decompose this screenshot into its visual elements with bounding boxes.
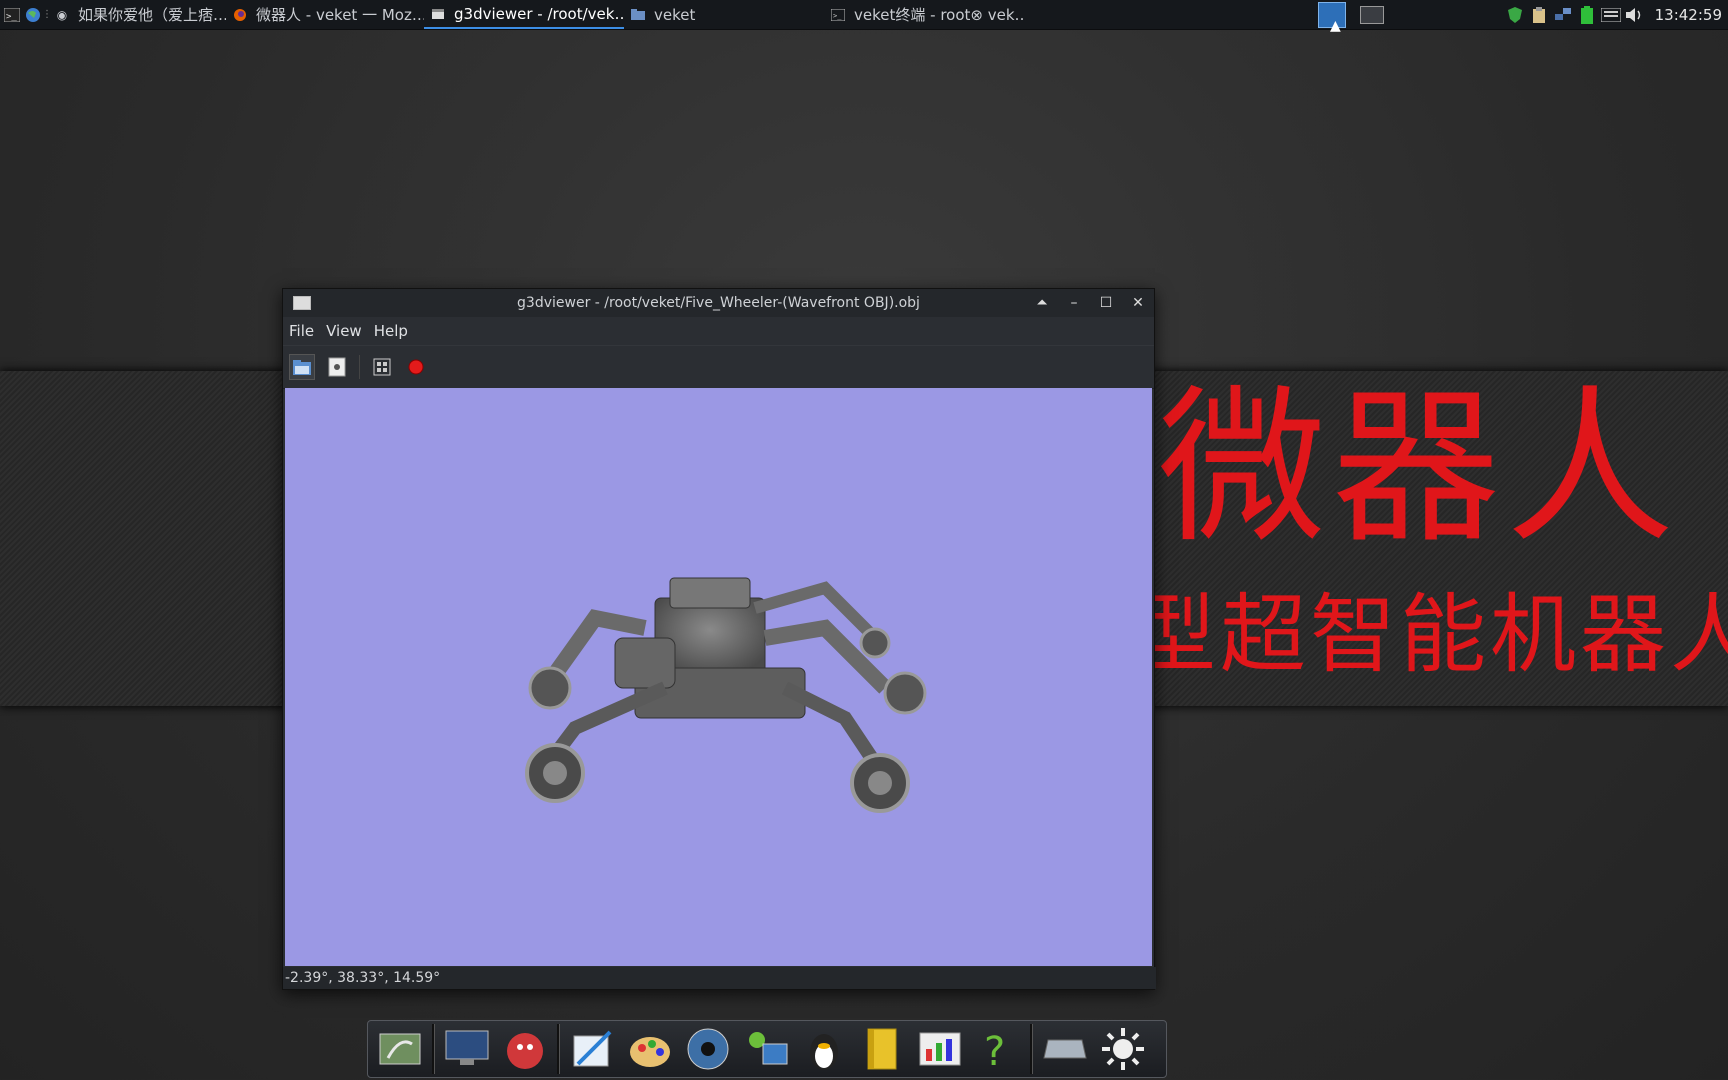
wallpaper-subtitle: 型超智能机器人 bbox=[1130, 585, 1728, 685]
minimize-icon[interactable]: – bbox=[1064, 295, 1084, 311]
window-titlebar[interactable]: g3dviewer - /root/veket/Five_Wheeler-(Wa… bbox=[283, 289, 1154, 317]
maximize-icon[interactable]: ☐ bbox=[1096, 295, 1116, 311]
clipboard-icon[interactable] bbox=[1529, 5, 1549, 25]
notebook-icon[interactable] bbox=[856, 1023, 908, 1075]
pet-icon[interactable] bbox=[499, 1023, 551, 1075]
top-taskbar: >_ ⋮ ◉ 如果你爱他（爱上痞… 微器人 - veket 一 Moz… g3d… bbox=[0, 0, 1728, 34]
task-music[interactable]: ◉ 如果你爱他（爱上痞… bbox=[48, 0, 226, 29]
menu-help[interactable]: Help bbox=[368, 322, 414, 340]
desktop-switcher-2-icon[interactable] bbox=[1360, 6, 1384, 24]
shade-icon[interactable]: ⏶ bbox=[1032, 295, 1052, 311]
radio-icon: ◉ bbox=[56, 7, 68, 22]
task-terminal[interactable]: >_ veket终端 - root⊗ vek… bbox=[824, 0, 1024, 29]
3d-viewport[interactable] bbox=[285, 388, 1152, 966]
network-icon[interactable] bbox=[740, 1023, 792, 1075]
qq-icon[interactable] bbox=[798, 1023, 850, 1075]
task-label: veket终端 - root⊗ vek… bbox=[854, 6, 1024, 24]
properties-icon[interactable] bbox=[325, 355, 349, 379]
terminal-icon: >_ bbox=[830, 7, 846, 23]
robot-model-image bbox=[525, 577, 927, 813]
system-tray: 13:42:59 bbox=[1505, 0, 1728, 29]
menu-view[interactable]: View bbox=[320, 322, 368, 340]
globe-icon[interactable] bbox=[24, 6, 42, 24]
svg-text:>_: >_ bbox=[833, 12, 842, 20]
media-player-icon[interactable] bbox=[682, 1023, 734, 1075]
task-veket-folder[interactable]: veket bbox=[624, 0, 824, 29]
volume-icon[interactable] bbox=[1625, 5, 1645, 25]
task-g3dviewer[interactable]: g3dviewer - /root/vek… bbox=[424, 0, 624, 29]
clock[interactable]: 13:42:59 bbox=[1655, 6, 1722, 24]
task-firefox[interactable]: 微器人 - veket 一 Moz… bbox=[226, 0, 424, 29]
network-icon[interactable] bbox=[1553, 5, 1573, 25]
task-label: 如果你爱他（爱上痞… bbox=[78, 6, 226, 24]
terminal-launcher-icon[interactable]: >_ bbox=[3, 6, 21, 24]
toolbar bbox=[283, 345, 1154, 389]
dock-separator bbox=[432, 1024, 435, 1074]
file-manager-icon[interactable] bbox=[374, 1023, 426, 1075]
task-label: g3dviewer - /root/vek… bbox=[454, 4, 624, 23]
screenshot-icon[interactable] bbox=[370, 355, 394, 379]
settings-icon[interactable] bbox=[1097, 1023, 1149, 1075]
mouse-cursor-icon: ▲ bbox=[1330, 18, 1341, 34]
menu-file[interactable]: File bbox=[283, 322, 320, 340]
dock-separator bbox=[557, 1024, 560, 1074]
close-icon[interactable]: ✕ bbox=[1128, 295, 1148, 311]
svg-text:>_: >_ bbox=[6, 12, 17, 22]
menubar: File View Help bbox=[283, 317, 1154, 345]
paint-icon[interactable] bbox=[624, 1023, 676, 1075]
shield-icon[interactable] bbox=[1505, 5, 1525, 25]
g3dviewer-window: g3dviewer - /root/veket/Five_Wheeler-(Wa… bbox=[282, 288, 1156, 990]
text-editor-icon[interactable] bbox=[566, 1023, 618, 1075]
window-icon bbox=[430, 6, 446, 22]
wallpaper-title: 微器人 bbox=[1158, 370, 1680, 566]
battery-icon[interactable] bbox=[1577, 5, 1597, 25]
office-icon[interactable] bbox=[914, 1023, 966, 1075]
task-label: veket bbox=[654, 5, 696, 24]
window-title: g3dviewer - /root/veket/Five_Wheeler-(Wa… bbox=[517, 295, 920, 311]
folder-icon bbox=[630, 7, 646, 23]
firefox-icon bbox=[232, 7, 248, 23]
help-icon[interactable]: ? bbox=[972, 1023, 1024, 1075]
status-bar: -2.39°, 38.33°, 14.59° bbox=[283, 967, 1156, 989]
keyboard-icon[interactable] bbox=[1600, 5, 1621, 25]
dock-separator bbox=[1030, 1024, 1033, 1074]
record-icon[interactable] bbox=[404, 355, 428, 379]
rotation-readout: -2.39°, 38.33°, 14.59° bbox=[285, 970, 441, 986]
drive-icon[interactable] bbox=[1039, 1023, 1091, 1075]
bottom-dock: ? bbox=[367, 1020, 1167, 1078]
toolbar-separator bbox=[359, 355, 360, 379]
task-label: 微器人 - veket 一 Moz… bbox=[256, 6, 424, 24]
monitor-icon[interactable] bbox=[441, 1023, 493, 1075]
svg-text:?: ? bbox=[984, 1029, 1005, 1071]
open-icon[interactable] bbox=[289, 354, 315, 380]
